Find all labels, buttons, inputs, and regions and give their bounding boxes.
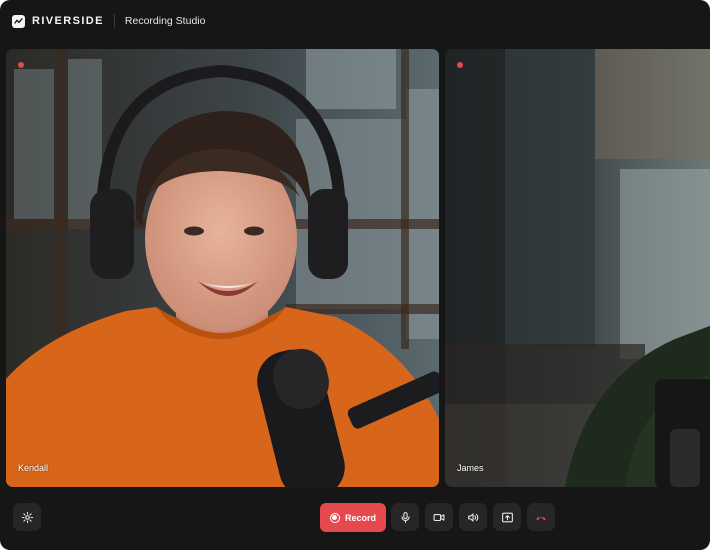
record-button[interactable]: Record [320,503,386,532]
header-divider [113,14,115,28]
microphone-button[interactable] [391,503,419,531]
participant-name-label: Kendall [18,463,49,473]
participant-name-label: James [457,463,484,473]
record-icon [329,512,340,523]
recording-studio-app: RIVERSIDE Recording Studio Kendall James… [0,0,710,550]
settings-button[interactable] [13,503,41,531]
riverside-logo-icon [12,14,25,28]
share-screen-icon [501,512,513,522]
camera-icon [433,513,445,521]
james-video-feed [445,49,710,487]
app-header: RIVERSIDE Recording Studio [0,0,710,42]
video-tile-james[interactable]: James [445,49,710,487]
camera-button[interactable] [425,503,453,531]
speaker-button[interactable] [459,503,487,531]
brand-name: RIVERSIDE [32,15,104,27]
video-tile-kendall[interactable]: Kendall [6,49,439,487]
settings-gear-icon [21,511,33,523]
share-screen-button[interactable] [493,503,521,531]
call-toolbar: Record [0,495,710,541]
recording-dot-icon [18,62,24,68]
recording-dot-icon [457,62,463,68]
page-title: Recording Studio [124,15,206,27]
record-label: Record [344,512,376,523]
speaker-icon [468,512,479,522]
leave-call-button[interactable] [527,503,555,531]
kendall-video-feed [6,49,439,487]
hang-up-icon [536,516,546,520]
microphone-icon [400,511,410,523]
